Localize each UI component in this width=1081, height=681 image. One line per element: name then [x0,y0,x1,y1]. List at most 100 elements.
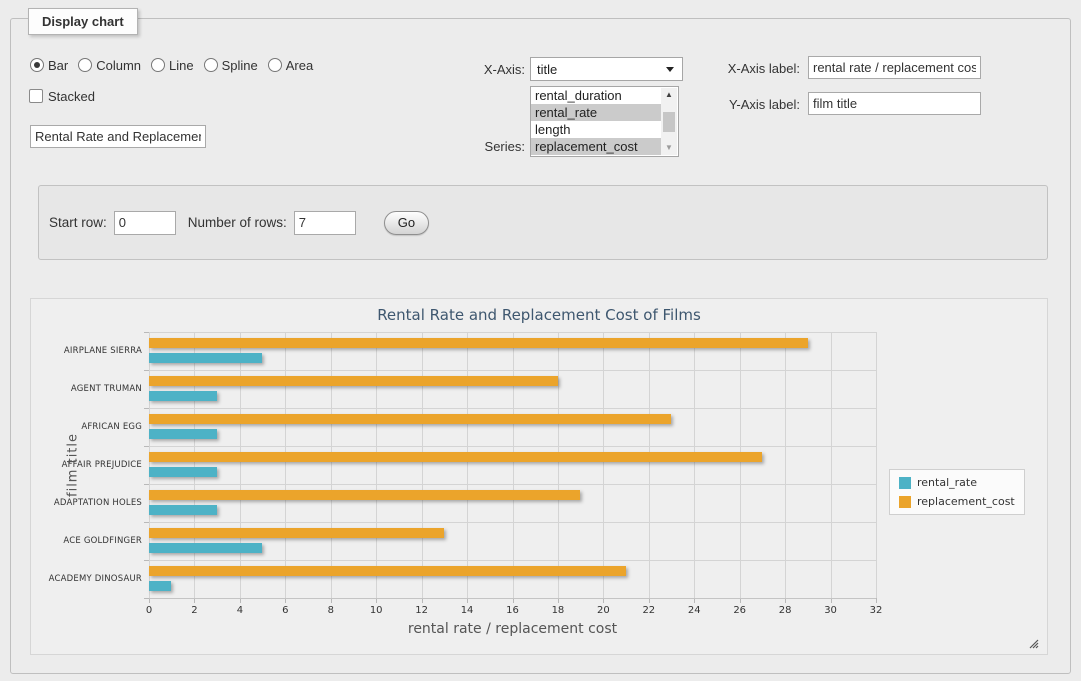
gridline-vertical [831,332,832,598]
y-category-label: AIRPLANE SIERRA [37,346,142,356]
radio-spline[interactable]: Spline [204,58,258,73]
x-tick-label: 28 [768,605,802,616]
chart-legend: rental_rate replacement_cost [889,469,1025,515]
legend-swatch-icon [899,477,911,489]
radio-circle-icon[interactable] [151,58,165,72]
page-root: Display chart Bar Column Line Spline Area St… [0,0,1081,681]
y-category-label: AFFAIR PREJUDICE [37,460,142,470]
x-tick-label: 2 [177,605,211,616]
series-listbox[interactable]: ▲ ▼ rental_durationrental_ratelengthrepl… [530,86,679,157]
radio-label: Area [286,58,313,73]
radio-area[interactable]: Area [268,58,313,73]
fieldset-legend: Display chart [28,8,138,35]
gridline-vertical [740,332,741,598]
x-tick-label: 24 [677,605,711,616]
y-axis-tick [144,598,149,599]
gridline-horizontal [149,332,876,333]
bar-rental-rate-ace-goldfinger[interactable] [149,543,262,553]
gridline-vertical [285,332,286,598]
x-tick-label: 32 [859,605,893,616]
y-axis-label-input[interactable] [808,92,981,115]
radio-label: Line [169,58,194,73]
series-option-replacement-cost[interactable]: replacement_cost [531,138,661,155]
gridline-vertical [785,332,786,598]
x-axis-tick [876,598,877,603]
go-button[interactable]: Go [384,211,429,235]
radio-label: Spline [222,58,258,73]
bar-rental-rate-affair-prejudice[interactable] [149,467,217,477]
legend-item-rental-rate[interactable]: rental_rate [899,476,1015,489]
bar-rental-rate-academy-dinosaur[interactable] [149,581,171,591]
y-axis-tick [144,370,149,371]
x-axis-label-input[interactable] [808,56,981,79]
x-axis-select[interactable]: title [530,57,683,81]
radio-circle-icon[interactable] [204,58,218,72]
series-option-length[interactable]: length [531,121,661,138]
bar-replacement-cost-adaptation-holes[interactable] [149,490,580,500]
y-category-label: AGENT TRUMAN [37,384,142,394]
scroll-up-icon[interactable]: ▲ [661,88,677,102]
radio-bar[interactable]: Bar [30,58,68,73]
gridline-vertical [603,332,604,598]
legend-swatch-icon [899,496,911,508]
y-axis-title: film title [65,332,81,598]
bar-replacement-cost-african-egg[interactable] [149,414,671,424]
gridline-horizontal [149,598,876,599]
y-category-label: ADAPTATION HOLES [37,498,142,508]
gridline-horizontal [149,408,876,409]
legend-item-replacement-cost[interactable]: replacement_cost [899,495,1015,508]
y-axis-tick [144,560,149,561]
scrollbar-thumb[interactable] [663,112,675,132]
chart-title-input[interactable] [30,125,206,148]
stacked-checkbox-row[interactable]: Stacked [29,87,95,105]
x-tick-label: 6 [268,605,302,616]
legend-label: replacement_cost [917,495,1015,508]
bar-rental-rate-airplane-sierra[interactable] [149,353,262,363]
legend-label: rental_rate [917,476,977,489]
radio-column[interactable]: Column [78,58,141,73]
series-option-rental-rate[interactable]: rental_rate [531,104,661,121]
x-axis-label-caption: X-Axis label: [700,61,800,76]
gridline-vertical [649,332,650,598]
gridline-vertical [467,332,468,598]
resize-handle-icon[interactable] [1028,638,1039,649]
y-category-label: ACADEMY DINOSAUR [37,574,142,584]
gridline-horizontal [149,484,876,485]
bar-replacement-cost-ace-goldfinger[interactable] [149,528,444,538]
gridline-vertical [194,332,195,598]
x-tick-label: 12 [405,605,439,616]
stacked-checkbox[interactable] [29,89,43,103]
x-tick-label: 4 [223,605,257,616]
radio-circle-icon[interactable] [78,58,92,72]
bar-replacement-cost-agent-truman[interactable] [149,376,558,386]
bar-replacement-cost-academy-dinosaur[interactable] [149,566,626,576]
y-axis-label-caption: Y-Axis label: [700,97,800,112]
radio-circle-icon[interactable] [268,58,282,72]
chart-title: Rental Rate and Replacement Cost of Film… [31,306,1047,324]
number-of-rows-label: Number of rows: [188,215,287,230]
gridline-vertical [331,332,332,598]
number-of-rows-input[interactable] [294,211,356,235]
gridline-vertical [876,332,877,598]
series-option-rental-duration[interactable]: rental_duration [531,87,661,104]
gridline-horizontal [149,446,876,447]
radio-circle-icon[interactable] [30,58,44,72]
series-listbox-label: Series: [445,139,525,154]
y-axis-tick [144,332,149,333]
bar-replacement-cost-airplane-sierra[interactable] [149,338,808,348]
listbox-scrollbar[interactable]: ▲ ▼ [661,88,677,155]
bar-rental-rate-agent-truman[interactable] [149,391,217,401]
y-axis-tick [144,484,149,485]
scroll-down-icon[interactable]: ▼ [661,141,677,155]
x-tick-label: 18 [541,605,575,616]
bar-replacement-cost-affair-prejudice[interactable] [149,452,762,462]
radio-line[interactable]: Line [151,58,194,73]
chart-container: Rental Rate and Replacement Cost of Film… [30,298,1048,655]
gridline-horizontal [149,522,876,523]
start-row-label: Start row: [49,215,107,230]
y-axis-tick [144,446,149,447]
gridline-vertical [149,332,150,598]
bar-rental-rate-african-egg[interactable] [149,429,217,439]
bar-rental-rate-adaptation-holes[interactable] [149,505,217,515]
start-row-input[interactable] [114,211,176,235]
